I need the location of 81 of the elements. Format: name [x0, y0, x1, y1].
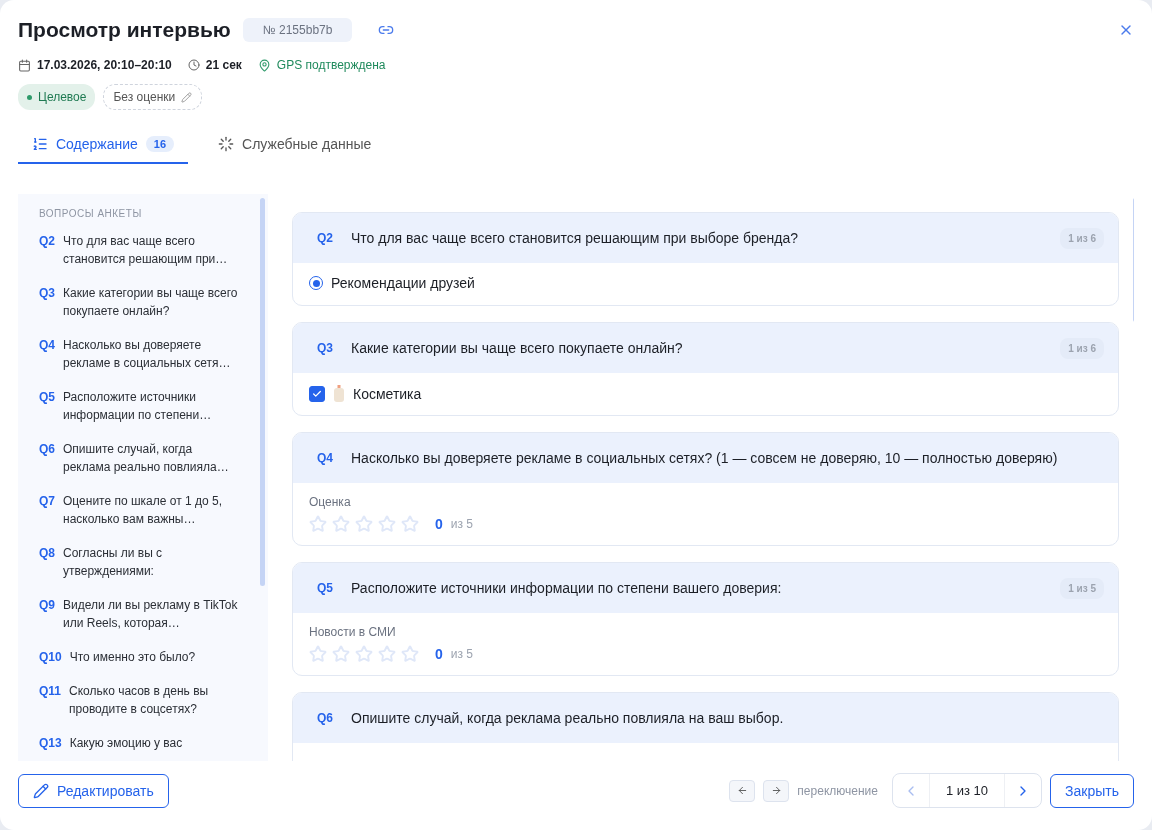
- pencil-icon: [33, 782, 49, 799]
- answer-text: Косметика: [353, 385, 422, 402]
- spinner-icon: [218, 136, 235, 152]
- interview-duration: 21 сек: [205, 58, 242, 72]
- answer-counter: 1 из 6: [1060, 337, 1104, 359]
- star-icon: [355, 645, 373, 663]
- sidebar-item[interactable]: Расположите источники информации по степени…: [63, 388, 238, 424]
- interview-date: 17.03.2026, 20:10–20:10: [37, 58, 172, 72]
- shortcut-hint: переключение: [797, 783, 878, 798]
- question-code: Q5: [317, 581, 334, 595]
- pencil-icon: [181, 91, 193, 103]
- lotion-bottle-icon: [333, 385, 345, 402]
- question-text: Опишите случай, когда реклама реально повлияла на ваш выбор.: [351, 710, 785, 726]
- question-text: Что для вас чаще всего становится решающим при выборе бренда?: [351, 230, 800, 246]
- sidebar-item[interactable]: Какие категории вы чаще всего покупаете онлайн?: [63, 284, 238, 320]
- status-tag: Целевое: [18, 84, 96, 110]
- star-icon: [332, 515, 350, 533]
- right-arrow-icon: [770, 785, 782, 796]
- interview-id: № 2155bb7b: [242, 18, 353, 42]
- question-code: Q3: [317, 341, 334, 355]
- gps-status: GPS подтверждена: [276, 58, 386, 72]
- rating-value: 0: [435, 516, 443, 532]
- rating-value: 0: [435, 646, 443, 662]
- question-code[interactable]: Q8: [39, 544, 55, 580]
- rating-scale: из 5: [450, 517, 473, 531]
- sidebar-heading: ВОПРОСЫ АНКЕТЫ: [39, 208, 143, 219]
- sidebar-item[interactable]: Что для вас чаще всего становится решающим при…: [63, 232, 238, 268]
- answer-counter: 1 из 5: [1060, 577, 1104, 599]
- clock-icon: [187, 59, 200, 71]
- question-code[interactable]: Q9: [39, 596, 55, 632]
- question-text: Расположите источники информации по степени вашего доверия:: [351, 580, 783, 596]
- star-icon: [401, 515, 419, 533]
- sidebar-item[interactable]: Согласны ли вы с утверждениями:: [63, 544, 238, 580]
- dialog-title: Просмотр интервью: [18, 18, 231, 42]
- question-code[interactable]: Q6: [39, 440, 55, 476]
- sidebar-item[interactable]: Оцените по шкале от 1 до 5, насколько вам важны…: [63, 492, 238, 528]
- question-code[interactable]: Q13: [39, 734, 62, 752]
- question-code[interactable]: Q7: [39, 492, 55, 528]
- sidebar-item[interactable]: Насколько вы доверяете рекламе в социальных сетя…: [63, 336, 238, 372]
- question-code[interactable]: Q4: [39, 336, 55, 372]
- star-icon: [355, 515, 373, 533]
- star-icon: [309, 645, 327, 663]
- question-code[interactable]: Q5: [39, 388, 55, 424]
- answer-counter: 1 из 6: [1060, 227, 1104, 249]
- sidebar-item[interactable]: Сколько часов в день вы проводите в соцсетях?: [69, 682, 238, 718]
- question-code[interactable]: Q10: [39, 648, 62, 666]
- sidebar-item[interactable]: Что именно это было?: [69, 648, 196, 666]
- tab[interactable]: Содержание 16: [18, 128, 189, 164]
- close-button[interactable]: Закрыть: [1050, 773, 1134, 808]
- edit-button[interactable]: Редактировать: [18, 773, 169, 808]
- question-code: Q2: [317, 231, 334, 245]
- question-text: Насколько вы доверяете рекламе в социальных сетях? (1 — совсем не доверяю, 10 — полностью доверяю): [351, 450, 1059, 466]
- check-icon: [312, 388, 322, 399]
- question-code[interactable]: Q3: [39, 284, 55, 320]
- answer-text: Рекомендации друзей: [331, 275, 475, 291]
- question-code: Q6: [317, 711, 334, 725]
- list-icon: [32, 136, 48, 152]
- star-icon: [378, 645, 396, 663]
- rating-label: Оценка: [309, 495, 352, 509]
- page-indicator: 1 из 10: [928, 774, 1006, 807]
- star-icon: [401, 645, 419, 663]
- scrollbar-thumb[interactable]: [260, 198, 265, 586]
- question-code[interactable]: Q2: [39, 232, 55, 268]
- star-icon: [332, 645, 350, 663]
- rating-scale: из 5: [450, 647, 473, 661]
- count-badge: 16: [145, 136, 175, 152]
- location-pin-icon: [257, 58, 271, 72]
- sidebar-item[interactable]: Какую эмоцию у вас: [69, 734, 183, 752]
- star-icon: [378, 515, 396, 533]
- rating-label: Новости в СМИ: [309, 625, 397, 639]
- sidebar-item[interactable]: Видели ли вы рекламу в TikTok или Reels, которая…: [63, 596, 238, 632]
- left-arrow-icon: [736, 785, 748, 796]
- question-text: Какие категории вы чаще всего покупаете онлайн?: [351, 340, 684, 356]
- question-code[interactable]: Q11: [39, 682, 62, 718]
- calendar-icon: [18, 58, 31, 72]
- tab[interactable]: Служебные данные: [204, 128, 386, 164]
- checkbox[interactable]: [309, 385, 325, 402]
- sidebar-item[interactable]: Опишите случай, когда реклама реально повлияла…: [63, 440, 238, 476]
- star-icon: [309, 515, 327, 533]
- rating-tag[interactable]: Без оценки: [103, 84, 203, 110]
- question-code: Q4: [317, 451, 334, 465]
